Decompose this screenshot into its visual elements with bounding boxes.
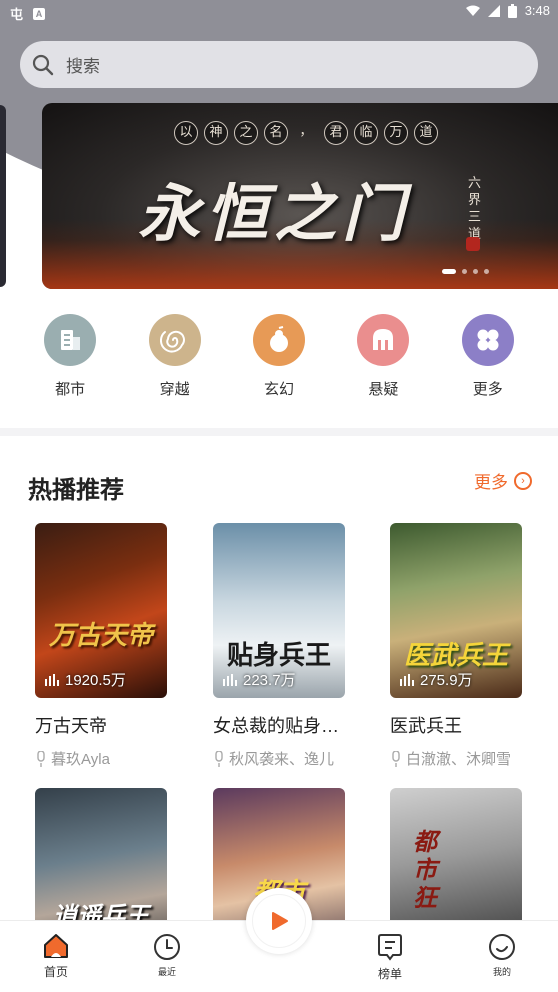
category-urban[interactable]: 都市 (35, 314, 105, 399)
pagination-dot (473, 269, 478, 274)
book-card[interactable]: 万古天帝 1920.5万 万古天帝 暮玖Ayla (35, 523, 167, 769)
play-count-value: 275.9万 (420, 672, 473, 689)
banner-tagline-char: 以 (174, 121, 198, 145)
swirl-icon (148, 314, 201, 366)
tab-ranking[interactable]: 榜单 (350, 933, 430, 982)
category-time-travel[interactable]: 穿越 (140, 314, 210, 399)
tab-label: 首页 (43, 965, 68, 979)
more-label: 更多 (474, 473, 508, 492)
category-mystery[interactable]: 悬疑 (348, 314, 418, 399)
book-card[interactable]: 贴身兵王 223.7万 女总裁的贴身… 秋风袭来、逸儿 (213, 523, 345, 769)
book-cover: 医武兵王 275.9万 (390, 523, 522, 698)
clock-icon (154, 934, 180, 960)
bar-chart-icon (223, 673, 237, 686)
play-count-value: 1920.5万 (65, 672, 126, 689)
pagination-dot (462, 269, 467, 274)
author-name: 秋风袭来、逸儿 (229, 751, 335, 768)
category-nav: 都市 穿越 玄幻 悬疑 更多 (0, 314, 558, 399)
helmet-icon (357, 314, 410, 366)
clover-icon (461, 314, 514, 366)
battery-icon (507, 3, 517, 18)
gourd-icon (252, 314, 305, 366)
category-label: 玄幻 (263, 381, 294, 398)
status-bar: 屯 A 3:48 (0, 0, 558, 26)
banner-pagination (442, 269, 489, 274)
section-title: 热播推荐 (28, 477, 124, 504)
cover-title-art: 万古天帝 (48, 621, 153, 651)
author-name: 白澈澈、沐卿雪 (406, 751, 512, 768)
category-label: 都市 (55, 381, 86, 398)
cover-title-art: 都市狂 (413, 827, 437, 912)
bar-chart-icon (400, 673, 414, 686)
cover-title-art: 医武兵王 (403, 641, 508, 671)
book-cover: 万古天帝 1920.5万 (35, 523, 167, 698)
play-icon (272, 912, 288, 930)
banner-tagline-char: 之 (234, 121, 258, 145)
category-fantasy[interactable]: 玄幻 (244, 314, 314, 399)
smile-icon (489, 934, 515, 960)
play-count: 223.7万 (223, 669, 296, 690)
tab-mine[interactable]: 我的 (462, 933, 542, 978)
play-count: 275.9万 (400, 669, 473, 690)
banner-side-text: 六界三道 (468, 176, 482, 242)
player-button-inner (252, 894, 306, 948)
microphone-icon (37, 750, 45, 767)
pagination-dot-active (442, 269, 456, 274)
book-author: 白澈澈、沐卿雪 (390, 748, 522, 769)
tab-recent[interactable]: 最近 (127, 933, 207, 978)
book-cover: 贴身兵王 223.7万 (213, 523, 345, 698)
category-label: 更多 (472, 381, 503, 398)
cover-title-art: 贴身兵王 (226, 641, 331, 671)
pagination-dot (484, 269, 489, 274)
promo-banner[interactable]: 以 神 之 名 ， 君 临 万 道 永恒之门 六界三道 (42, 103, 558, 289)
search-icon (32, 54, 54, 75)
microphone-icon (215, 750, 223, 767)
banner-tagline-char: 临 (354, 121, 378, 145)
category-label: 穿越 (159, 381, 190, 398)
home-icon (44, 934, 68, 958)
author-name: 暮玖Ayla (51, 751, 110, 768)
player-button[interactable] (246, 888, 312, 954)
category-label: 悬疑 (368, 381, 399, 398)
chevron-right-icon: › (514, 471, 532, 490)
book-title: 万古天帝 (35, 716, 107, 736)
bar-chart-icon (45, 673, 59, 686)
banner-previous-slide[interactable] (0, 105, 6, 287)
tab-label: 我的 (492, 967, 511, 977)
tab-label: 榜单 (377, 967, 402, 981)
signal-icon (487, 4, 500, 17)
banner-seal-icon (466, 237, 480, 251)
section-divider (0, 428, 558, 436)
banner-tagline-char: 名 (264, 121, 288, 145)
search-bar[interactable]: 搜索 (20, 41, 538, 88)
status-time: 3:48 (524, 3, 550, 18)
category-more[interactable]: 更多 (453, 314, 523, 399)
microphone-icon (392, 750, 400, 767)
tab-label: 最近 (157, 967, 176, 977)
banner-tagline-char: 神 (204, 121, 228, 145)
banner-tagline-char: 君 (324, 121, 348, 145)
banner-tagline-char: 道 (414, 121, 438, 145)
book-title: 医武兵王 (390, 716, 462, 736)
banner-title: 永恒之门 (138, 177, 411, 250)
app-notification-icon: 屯 (10, 7, 24, 22)
banner-tagline-char: ， (299, 124, 313, 139)
book-title: 女总裁的贴身… (213, 716, 339, 736)
play-count: 1920.5万 (45, 669, 126, 690)
tab-home[interactable]: 首页 (16, 933, 96, 980)
search-placeholder: 搜索 (66, 57, 100, 76)
book-author: 秋风袭来、逸儿 (213, 748, 345, 769)
wifi-icon (465, 5, 480, 16)
chat-list-icon (378, 934, 402, 961)
book-card[interactable]: 医武兵王 275.9万 医武兵王 白澈澈、沐卿雪 (390, 523, 522, 769)
more-button[interactable]: 更多 › (474, 468, 532, 493)
play-count-value: 223.7万 (243, 672, 296, 689)
building-icon (44, 314, 97, 366)
banner-tagline: 以 神 之 名 ， 君 临 万 道 (174, 121, 438, 145)
book-author: 暮玖Ayla (35, 748, 167, 769)
font-notification-icon: A (33, 7, 46, 20)
banner-tagline-char: 万 (384, 121, 408, 145)
